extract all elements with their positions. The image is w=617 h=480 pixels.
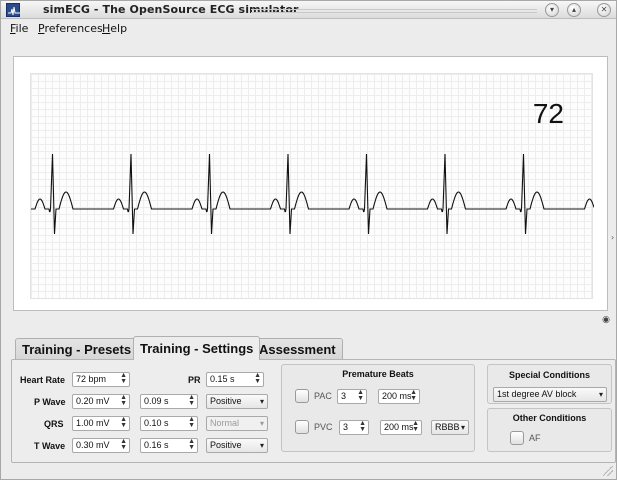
tab-training-presets[interactable]: Training - Presets (15, 338, 139, 360)
heart-rate-label: Heart Rate (20, 375, 66, 385)
special-conditions-value: 1st degree AV block (497, 389, 577, 399)
pac-label: PAC (314, 391, 332, 401)
qrs-duration-value: 0.10 s (144, 418, 169, 428)
pac-count-value: 3 (341, 391, 347, 401)
p-wave-polarity-value: Positive (210, 396, 242, 406)
chevron-down-icon: ▾ (598, 390, 603, 399)
ecg-monitor: 72 (13, 56, 608, 311)
p-wave-polarity-select[interactable]: Positive ▾ (206, 394, 268, 409)
af-label: AF (529, 433, 541, 443)
heart-rate-spinbox[interactable]: 72 bpm ▲ ▼ (72, 372, 130, 387)
pr-value: 0.15 s (210, 374, 235, 384)
chevron-down-icon: ▾ (259, 397, 264, 406)
close-button[interactable]: ✕ (597, 3, 611, 17)
pvc-morphology-value: RBBB (435, 422, 460, 432)
t-wave-polarity-value: Positive (210, 440, 242, 450)
menu-help[interactable]: Help (102, 22, 127, 35)
title-bar-texture (251, 7, 537, 13)
qrs-amplitude-spinbox[interactable]: 1.00 mV ▲ ▼ (72, 416, 130, 431)
menu-file[interactable]: File (10, 22, 28, 35)
special-conditions-title: Special Conditions (508, 370, 590, 380)
t-wave-label: T Wave (34, 441, 66, 451)
qrs-duration-spinbox[interactable]: 0.10 s ▲ ▼ (140, 416, 198, 431)
spin-arrows-icon[interactable]: ▲ ▼ (120, 417, 127, 429)
af-checkbox[interactable] (510, 431, 524, 445)
menu-preferences[interactable]: Preferences (38, 22, 103, 35)
spin-arrows-icon[interactable]: ▲ ▼ (188, 439, 195, 451)
minimize-icon: ▾ (549, 5, 554, 14)
spin-arrows-icon[interactable]: ▲ ▼ (188, 417, 195, 429)
splitter-handle-icon[interactable]: ◉ (601, 315, 611, 325)
ecg-trace-canvas (31, 153, 594, 235)
pr-spinbox[interactable]: 0.15 s ▲ ▼ (206, 372, 264, 387)
pvc-interval-spinbox[interactable]: 200 ms ▲ ▼ (380, 420, 422, 435)
p-wave-duration-spinbox[interactable]: 0.09 s ▲ ▼ (140, 394, 198, 409)
special-conditions-group: Special Conditions 1st degree AV block ▾ (487, 364, 612, 404)
minimize-button[interactable]: ▾ (545, 3, 559, 17)
app-logo-icon (6, 3, 20, 17)
p-wave-label: P Wave (34, 397, 66, 407)
chevron-down-icon: ▾ (259, 419, 264, 428)
premature-beats-title: Premature Beats (342, 369, 414, 379)
heart-rate-display: 72 (532, 98, 564, 129)
spin-arrows-icon[interactable]: ▲ ▼ (410, 389, 417, 402)
spin-arrows-icon[interactable]: ▲ ▼ (120, 373, 127, 385)
qrs-polarity-select: Normal ▾ (206, 416, 268, 431)
maximize-button[interactable]: ▴ (567, 3, 581, 17)
t-wave-duration-value: 0.16 s (144, 440, 169, 450)
qrs-label: QRS (44, 419, 64, 429)
menu-help-label: elp (110, 22, 128, 35)
spin-arrows-icon[interactable]: ▲ ▼ (359, 420, 366, 433)
pr-label: PR (188, 375, 201, 385)
menu-preferences-label: references (44, 22, 103, 35)
pac-count-spinbox[interactable]: 3 ▲ ▼ (337, 389, 367, 404)
maximize-icon: ▴ (571, 5, 576, 14)
tab-assessment[interactable]: Assessment (252, 338, 343, 360)
spin-arrows-icon[interactable]: ▲ ▼ (254, 373, 261, 385)
p-wave-amplitude-spinbox[interactable]: 0.20 mV ▲ ▼ (72, 394, 130, 409)
pvc-count-value: 3 (343, 422, 349, 432)
spin-arrows-icon[interactable]: ▲ ▼ (357, 389, 364, 402)
spin-arrows-icon[interactable]: ▲ ▼ (120, 439, 127, 451)
pvc-count-spinbox[interactable]: 3 ▲ ▼ (339, 420, 369, 435)
qrs-polarity-value: Normal (210, 418, 240, 428)
heart-rate-value: 72 bpm (76, 374, 107, 384)
premature-beats-group: Premature Beats PAC 3 ▲ ▼ 200 ms ▲ ▼ PVC 3… (281, 364, 475, 452)
qrs-amplitude-value: 1.00 mV (76, 418, 110, 428)
spin-arrows-icon[interactable]: ▲ ▼ (412, 420, 419, 433)
spin-arrows-icon[interactable]: ▲ ▼ (188, 395, 195, 407)
chevron-down-icon: ▾ (460, 423, 465, 432)
pac-interval-value: 200 ms (382, 391, 412, 401)
pvc-checkbox[interactable] (295, 420, 309, 434)
close-icon: ✕ (600, 5, 608, 14)
special-conditions-select[interactable]: 1st degree AV block ▾ (493, 387, 607, 402)
chevron-down-icon: ▾ (259, 441, 264, 450)
ecg-grid: 72 (30, 73, 594, 299)
pac-checkbox[interactable] (295, 389, 309, 403)
p-wave-duration-value: 0.09 s (144, 396, 169, 406)
resize-grip-icon[interactable] (603, 466, 613, 476)
t-wave-amplitude-spinbox[interactable]: 0.30 mV ▲ ▼ (72, 438, 130, 453)
spin-arrows-icon[interactable]: ▲ ▼ (120, 395, 127, 407)
app-window: simECG - The OpenSource ECG simulator ▾ … (0, 0, 617, 480)
pvc-morphology-select[interactable]: RBBB ▾ (431, 420, 469, 435)
pac-interval-spinbox[interactable]: 200 ms ▲ ▼ (378, 389, 420, 404)
menu-bar: File Preferences Help (1, 20, 616, 38)
other-conditions-group: Other Conditions AF (487, 408, 612, 452)
pvc-label: PVC (314, 422, 333, 432)
tab-training-settings[interactable]: Training - Settings (133, 336, 261, 360)
pvc-interval-value: 200 ms (384, 422, 414, 432)
t-wave-amplitude-value: 0.30 mV (76, 440, 110, 450)
ecg-trace (31, 153, 594, 235)
t-wave-duration-spinbox[interactable]: 0.16 s ▲ ▼ (140, 438, 198, 453)
t-wave-polarity-select[interactable]: Positive ▾ (206, 438, 268, 453)
scroll-right-icon[interactable]: › (611, 233, 617, 243)
settings-panel: Heart Rate 72 bpm ▲ ▼ PR 0.15 s ▲ ▼ P Wave… (11, 359, 616, 463)
title-bar[interactable]: simECG - The OpenSource ECG simulator ▾ … (1, 1, 616, 19)
p-wave-amplitude-value: 0.20 mV (76, 396, 110, 406)
menu-file-label: ile (15, 22, 29, 35)
other-conditions-title: Other Conditions (512, 413, 587, 423)
